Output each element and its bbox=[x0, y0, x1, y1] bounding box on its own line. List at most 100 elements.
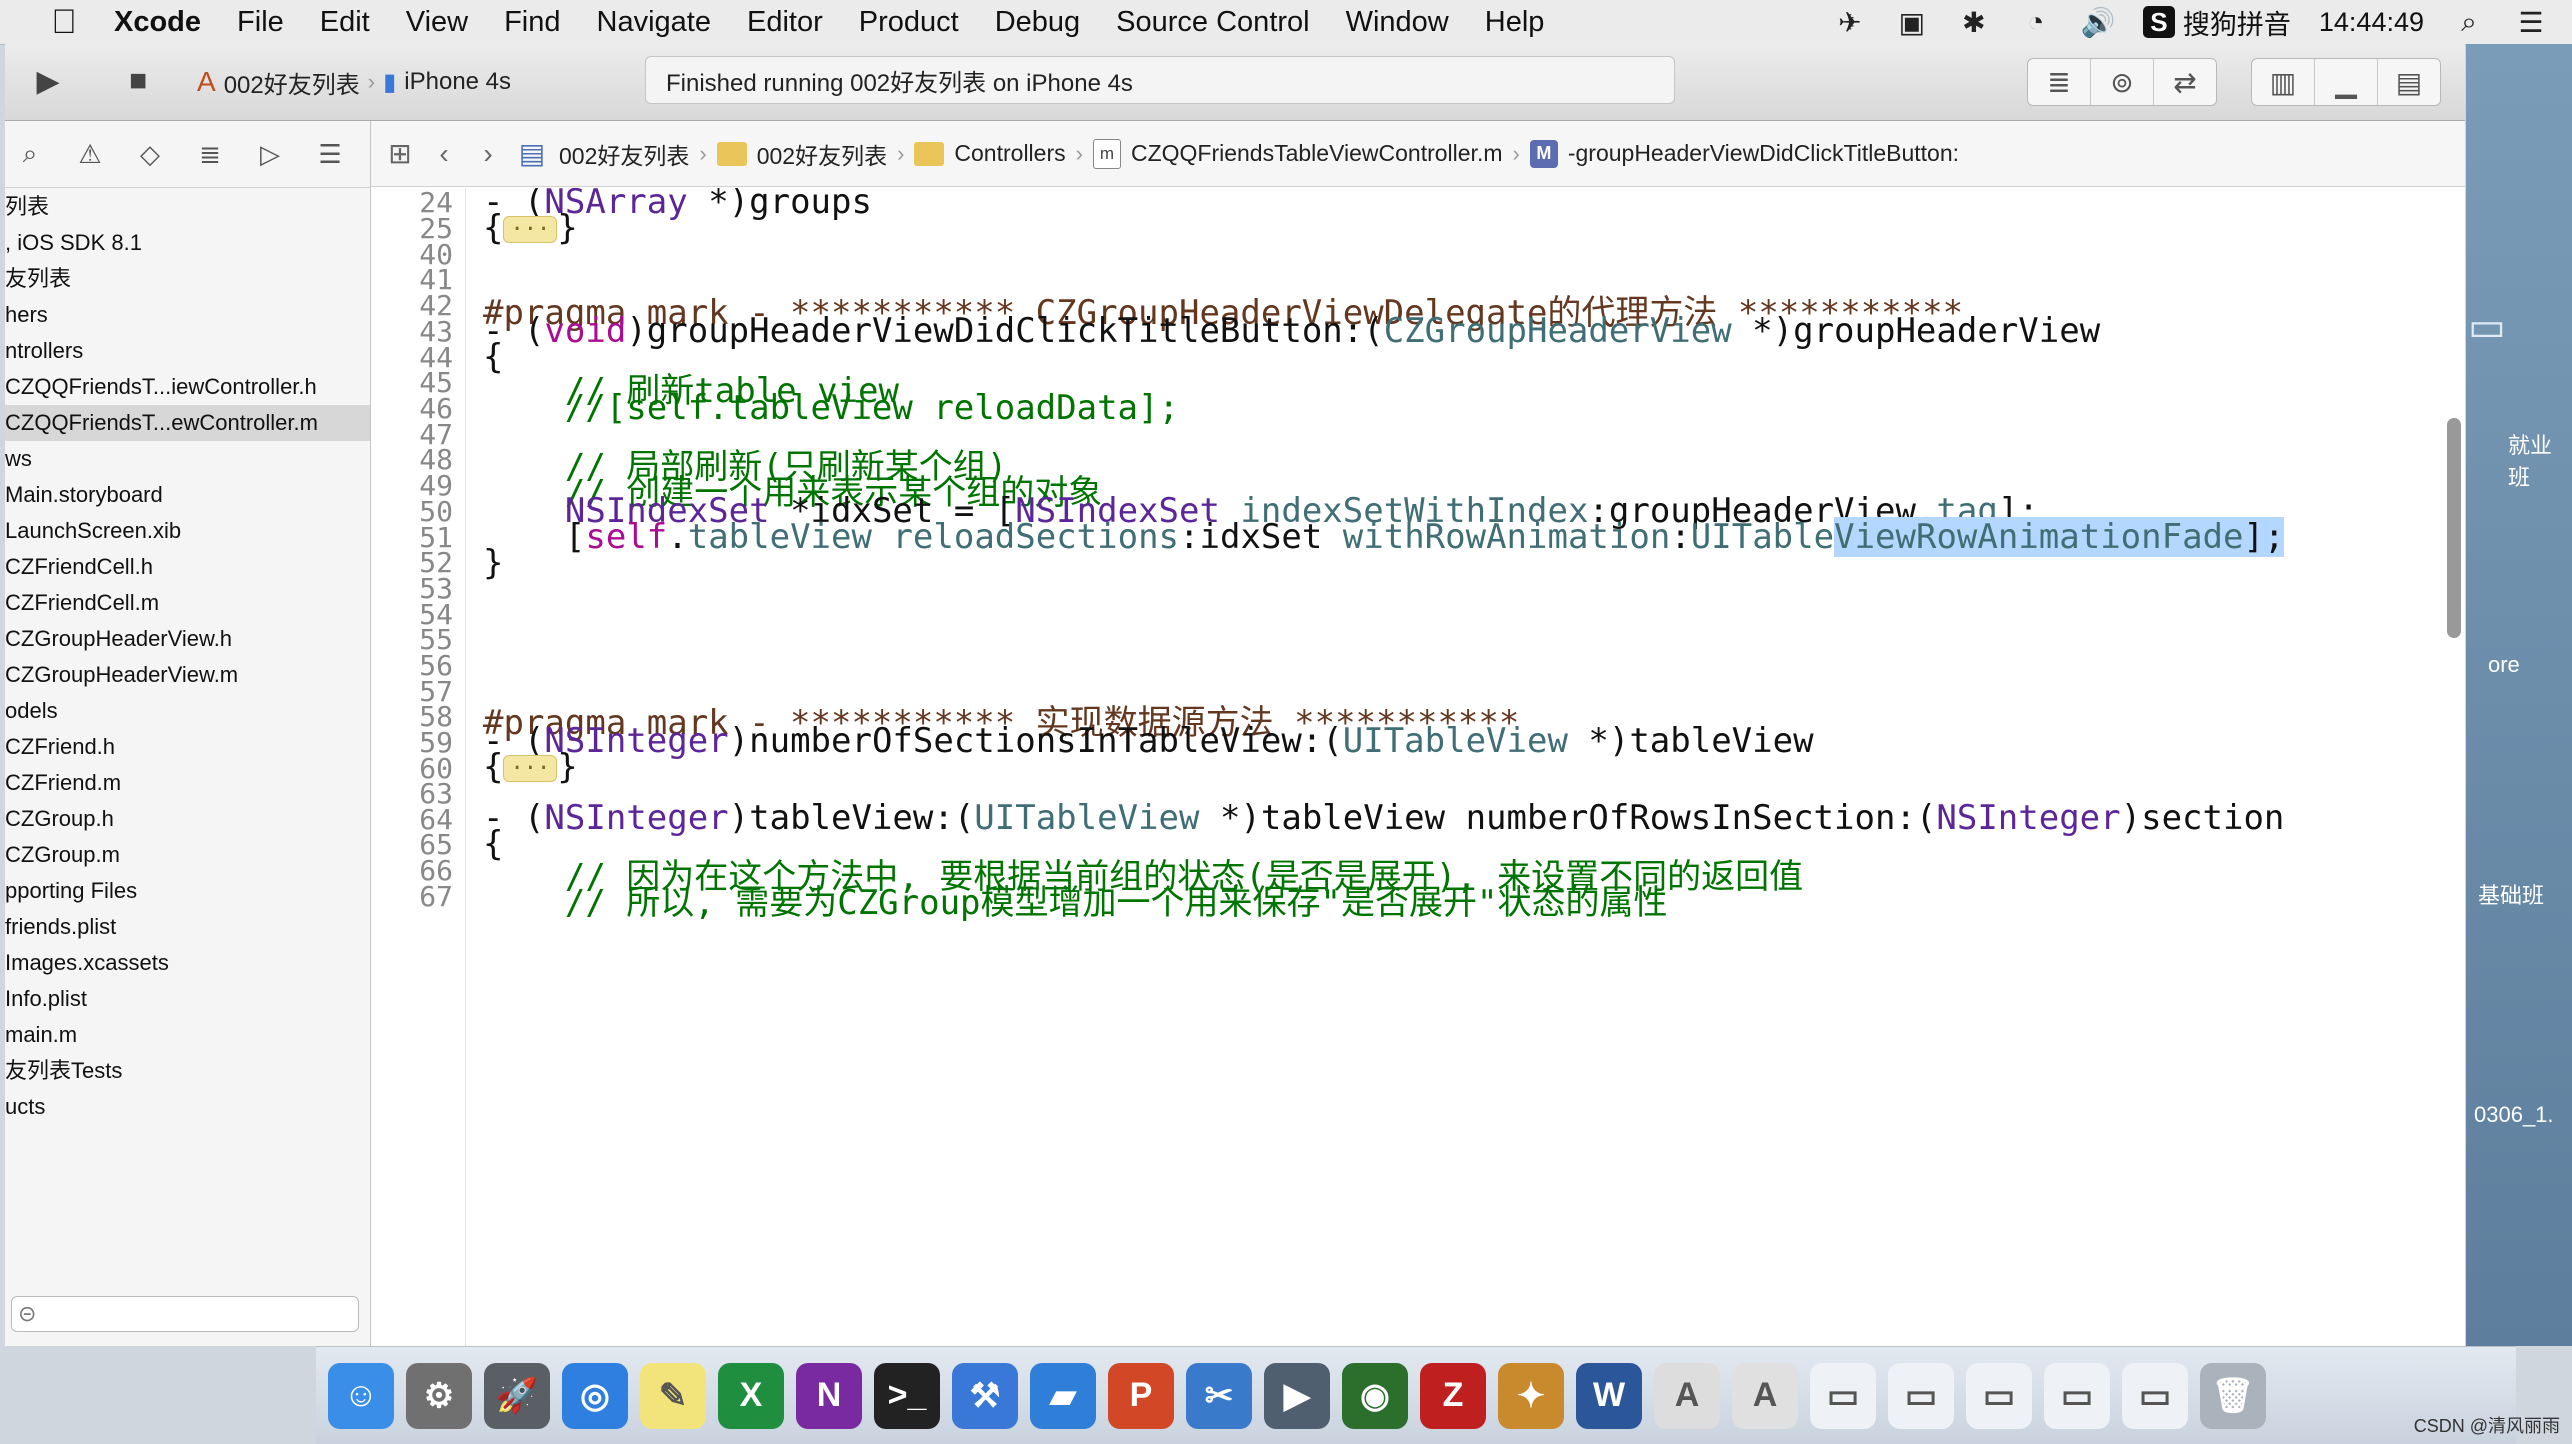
report-icon[interactable]: ☰ bbox=[311, 135, 349, 173]
navigator-toggle-icon[interactable]: ▥ bbox=[2252, 59, 2315, 105]
utilities-toggle-icon[interactable]: ▤ bbox=[2378, 59, 2440, 105]
tree-item[interactable]: CZQQFriendsT...iewController.h bbox=[5, 369, 370, 405]
window-icon-4[interactable]: ▭ bbox=[2044, 1362, 2110, 1429]
version-editor-icon[interactable]: ⇄ bbox=[2154, 59, 2216, 105]
tree-item[interactable]: CZFriendCell.h bbox=[5, 549, 370, 585]
menu-edit[interactable]: Edit bbox=[320, 6, 370, 39]
menu-debug[interactable]: Debug bbox=[995, 6, 1080, 39]
debug-area-toggle-icon[interactable]: ▁ bbox=[2315, 59, 2378, 105]
tree-item[interactable]: ws bbox=[5, 441, 370, 477]
tree-item[interactable]: pporting Files bbox=[5, 873, 370, 909]
menu-source-control[interactable]: Source Control bbox=[1116, 6, 1309, 39]
desktop-label[interactable]: 就业班 bbox=[2508, 428, 2572, 492]
tools-icon[interactable]: ✦ bbox=[1498, 1362, 1564, 1429]
desktop-label[interactable]: 基础班 bbox=[2478, 878, 2544, 910]
search-icon[interactable]: ⌕ bbox=[11, 135, 49, 173]
tree-item[interactable]: , iOS SDK 8.1 bbox=[5, 225, 370, 261]
finder-icon[interactable]: ☺ bbox=[328, 1362, 394, 1429]
xcode-icon[interactable]: ⚒ bbox=[952, 1362, 1018, 1429]
safari-icon[interactable]: ◎ bbox=[562, 1362, 628, 1429]
tree-item[interactable]: CZFriend.h bbox=[5, 729, 370, 765]
menu-editor[interactable]: Editor bbox=[747, 6, 823, 39]
tree-item[interactable]: LaunchScreen.xib bbox=[5, 513, 370, 549]
assistant-editor-icon[interactable]: ⊚ bbox=[2091, 59, 2154, 105]
tree-item[interactable]: Images.xcassets bbox=[5, 945, 370, 981]
tree-item[interactable]: 列表 bbox=[5, 189, 370, 225]
tree-item[interactable]: CZFriend.m bbox=[5, 765, 370, 801]
tree-item[interactable]: Info.plist bbox=[5, 981, 370, 1017]
tree-item[interactable]: CZFriendCell.m bbox=[5, 585, 370, 621]
menu-product[interactable]: Product bbox=[859, 6, 959, 39]
notification-center-icon[interactable]: ☰ bbox=[2514, 7, 2548, 38]
desktop-folder-icon[interactable]: ▭ bbox=[2468, 304, 2506, 350]
app-icon[interactable]: A bbox=[1654, 1362, 1720, 1429]
launchpad-icon[interactable]: 🚀 bbox=[484, 1362, 550, 1429]
menu-window[interactable]: Window bbox=[1346, 6, 1449, 39]
back-icon[interactable]: ‹ bbox=[427, 138, 461, 170]
forward-icon[interactable]: › bbox=[471, 138, 505, 170]
breakpoint-icon[interactable]: ▷ bbox=[251, 135, 289, 173]
tree-item[interactable]: hers bbox=[5, 297, 370, 333]
spotlight-search-icon[interactable]: ⌕ bbox=[2452, 6, 2486, 37]
tree-item[interactable]: ntrollers bbox=[5, 333, 370, 369]
folder-icon[interactable]: ▰ bbox=[1030, 1362, 1096, 1429]
stop-button[interactable]: ■ bbox=[115, 58, 161, 104]
camera-icon[interactable]: ▣ bbox=[1895, 7, 1929, 38]
powerpoint-icon[interactable]: P bbox=[1108, 1362, 1174, 1429]
bluetooth-icon[interactable]: ✱ bbox=[1957, 7, 1991, 38]
tree-item[interactable]: CZGroup.m bbox=[5, 837, 370, 873]
tree-item[interactable]: Main.storyboard bbox=[5, 477, 370, 513]
jump-group[interactable]: 002好友列表 bbox=[757, 137, 887, 171]
jump-folder[interactable]: Controllers bbox=[954, 140, 1065, 167]
navigator-filter[interactable]: ⊝ bbox=[11, 1296, 359, 1332]
tree-item[interactable]: friends.plist bbox=[5, 909, 370, 945]
menu-file[interactable]: File bbox=[237, 6, 284, 39]
tree-item[interactable]: odels bbox=[5, 693, 370, 729]
debug-navigator-icon[interactable]: ≣ bbox=[191, 135, 229, 173]
tree-item[interactable]: 友列表Tests bbox=[5, 1053, 370, 1089]
app-icon-2[interactable]: A bbox=[1732, 1362, 1798, 1429]
tree-item[interactable]: CZQQFriendsT...ewController.m bbox=[5, 405, 370, 441]
notes-icon[interactable]: ✎ bbox=[640, 1362, 706, 1429]
excel-icon[interactable]: X bbox=[718, 1362, 784, 1429]
related-items-icon[interactable]: ⊞ bbox=[383, 138, 417, 170]
jump-method[interactable]: -groupHeaderViewDidClickTitleButton: bbox=[1568, 140, 1959, 167]
window-icon-2[interactable]: ▭ bbox=[1888, 1362, 1954, 1429]
jump-file[interactable]: CZQQFriendsTableViewController.m bbox=[1131, 140, 1503, 167]
trash-icon[interactable]: 🗑 bbox=[2200, 1362, 2266, 1429]
scheme-selector[interactable]: A 002好友列表 › ▮ iPhone 4s bbox=[197, 62, 511, 102]
folded-code-icon[interactable]: ··· bbox=[503, 755, 558, 782]
terminal-icon[interactable]: >_ bbox=[874, 1362, 940, 1429]
imovie-icon[interactable]: ▶ bbox=[1264, 1362, 1330, 1429]
onenote-icon[interactable]: N bbox=[796, 1362, 862, 1429]
menu-find[interactable]: Find bbox=[504, 6, 560, 39]
volume-icon[interactable]: 🔊 bbox=[2080, 7, 2115, 38]
menu-xcode[interactable]: Xcode bbox=[114, 6, 201, 39]
window-icon-5[interactable]: ▭ bbox=[2122, 1362, 2188, 1429]
tree-item[interactable]: CZGroup.h bbox=[5, 801, 370, 837]
tree-item[interactable]: 友列表 bbox=[5, 261, 370, 297]
folded-code-icon[interactable]: ··· bbox=[503, 216, 558, 243]
menu-navigate[interactable]: Navigate bbox=[597, 6, 711, 39]
test-icon[interactable]: ◇ bbox=[131, 135, 169, 173]
tree-item[interactable]: ucts bbox=[5, 1089, 370, 1125]
menu-view[interactable]: View bbox=[406, 6, 468, 39]
menu-help[interactable]: Help bbox=[1485, 6, 1545, 39]
desktop-label[interactable]: ore bbox=[2488, 652, 2520, 678]
window-icon[interactable]: ▭ bbox=[1810, 1362, 1876, 1429]
run-button[interactable]: ▶ bbox=[25, 58, 71, 104]
warning-icon[interactable]: ⚠ bbox=[71, 135, 109, 173]
filezilla-icon[interactable]: Z bbox=[1420, 1362, 1486, 1429]
ime-menu[interactable]: S 搜狗拼音 bbox=[2142, 3, 2291, 42]
network-icon[interactable]: ◉ bbox=[1342, 1362, 1408, 1429]
desktop-label[interactable]: 0306_1. bbox=[2474, 1102, 2554, 1128]
source-editor[interactable]: 24 25 40 41 42 43 44 45 46 47 48 49 50 51 52 53 54 55 56 57… bbox=[371, 188, 2465, 1346]
apple-icon[interactable]:  bbox=[44, 3, 84, 41]
snipping-icon[interactable]: ✂ bbox=[1186, 1362, 1252, 1429]
system-preferences-icon[interactable]: ⚙ bbox=[406, 1362, 472, 1429]
tree-item[interactable]: CZGroupHeaderView.m bbox=[5, 657, 370, 693]
tree-item[interactable]: main.m bbox=[5, 1017, 370, 1053]
jump-project[interactable]: 002好友列表 bbox=[559, 137, 689, 171]
tree-item[interactable]: CZGroupHeaderView.h bbox=[5, 621, 370, 657]
clock[interactable]: 14:44:49 bbox=[2319, 7, 2424, 38]
